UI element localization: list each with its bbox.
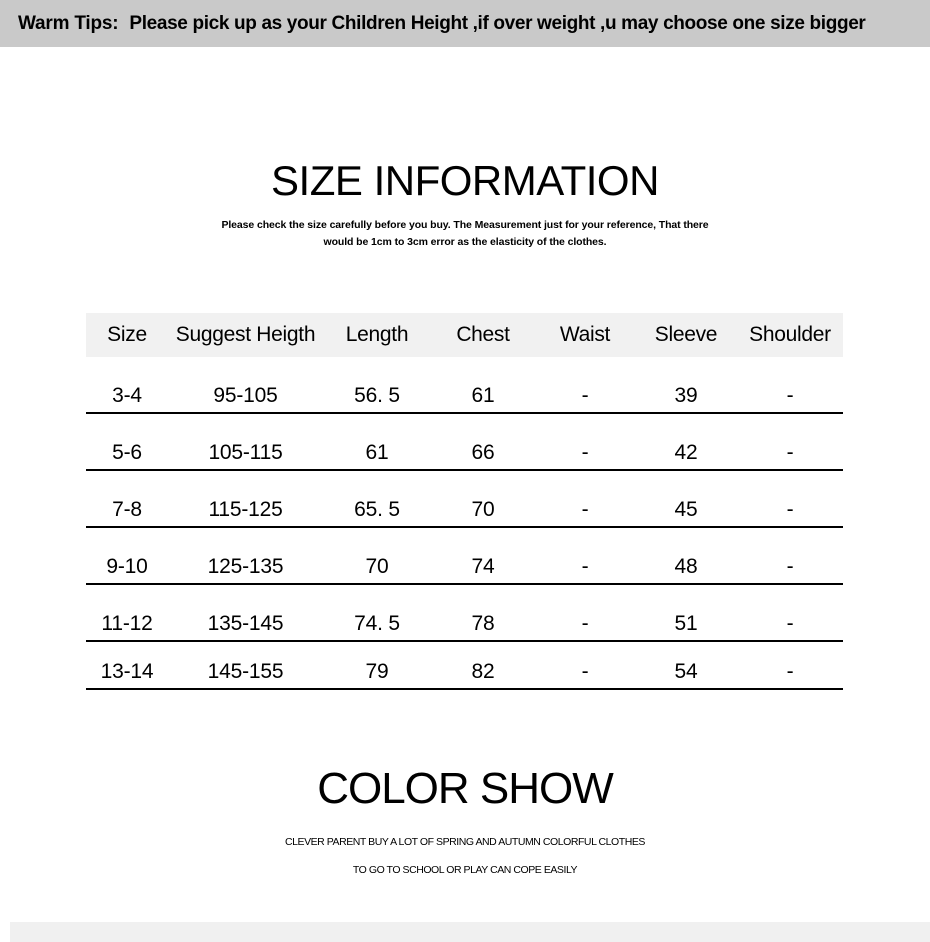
cell-waist: - [535, 413, 635, 471]
warm-tips-text: Please pick up as your Children Height ,… [129, 12, 866, 34]
cell-chest: 78 [431, 584, 535, 642]
table-row: 5-6 105-115 61 66 - 42 - [86, 413, 843, 471]
size-information-title: SIZE INFORMATION [271, 157, 659, 204]
size-table-body: 3-4 95-105 56. 5 61 - 39 - 5-6 105-115 6… [86, 357, 843, 690]
column-header-sleeve: Sleeve [654, 323, 718, 346]
table-row: 13-14 145-155 79 82 - 54 - [86, 641, 843, 690]
cell-height: 145-155 [168, 641, 323, 690]
table-row: 9-10 125-135 70 74 - 48 - [86, 527, 843, 585]
column-header-height: Suggest Heigth [175, 323, 316, 346]
cell-sleeve: 42 [635, 413, 737, 471]
cell-sleeve: 48 [635, 527, 737, 585]
size-information-subtitle: Please check the size carefully before y… [221, 219, 709, 248]
cell-length: 74. 5 [323, 584, 431, 642]
size-table-container: Size Suggest Heigth Length Chest Waist S… [86, 313, 843, 690]
column-header-waist: Waist [559, 323, 611, 346]
cell-size: 9-10 [86, 527, 168, 585]
size-table-header-row: Size Suggest Heigth Length Chest Waist S… [86, 313, 843, 357]
color-show-subtitle-line-1: CLEVER PARENT BUY A LOT OF SPRING AND AU… [285, 836, 645, 848]
warm-tips-label: Warm Tips: [18, 12, 119, 34]
cell-sleeve: 54 [635, 641, 737, 690]
cell-waist: - [535, 470, 635, 528]
size-table-head: Size Suggest Heigth Length Chest Waist S… [86, 313, 843, 357]
column-header-shoulder: Shoulder [749, 323, 831, 346]
cell-sleeve: 39 [635, 357, 737, 414]
cell-length: 61 [323, 413, 431, 471]
cell-waist: - [535, 527, 635, 585]
cell-chest: 82 [431, 641, 535, 690]
color-show-subtitle-line-2: TO GO TO SCHOOL OR PLAY CAN COPE EASILY [352, 864, 578, 876]
table-row: 11-12 135-145 74. 5 78 - 51 - [86, 584, 843, 642]
size-information-section: SIZE INFORMATION Please check the size c… [0, 155, 930, 251]
color-show-section: COLOR SHOW CLEVER PARENT BUY A LOT OF SP… [0, 762, 930, 884]
cell-size: 3-4 [86, 357, 168, 414]
cell-waist: - [535, 584, 635, 642]
cell-shoulder: - [737, 527, 843, 585]
cell-chest: 66 [431, 413, 535, 471]
cell-shoulder: - [737, 641, 843, 690]
cell-shoulder: - [737, 470, 843, 528]
bottom-gray-strip [10, 922, 930, 942]
cell-height: 125-135 [168, 527, 323, 585]
cell-chest: 70 [431, 470, 535, 528]
cell-length: 56. 5 [323, 357, 431, 414]
cell-shoulder: - [737, 357, 843, 414]
cell-height: 105-115 [168, 413, 323, 471]
column-header-chest: Chest [456, 323, 510, 346]
cell-size: 7-8 [86, 470, 168, 528]
cell-height: 115-125 [168, 470, 323, 528]
cell-length: 70 [323, 527, 431, 585]
cell-height: 135-145 [168, 584, 323, 642]
cell-length: 79 [323, 641, 431, 690]
cell-size: 5-6 [86, 413, 168, 471]
cell-chest: 74 [431, 527, 535, 585]
cell-shoulder: - [737, 413, 843, 471]
cell-waist: - [535, 641, 635, 690]
cell-size: 13-14 [86, 641, 168, 690]
cell-height: 95-105 [168, 357, 323, 414]
cell-shoulder: - [737, 584, 843, 642]
column-header-size: Size [107, 323, 147, 346]
cell-sleeve: 51 [635, 584, 737, 642]
column-header-length: Length [345, 323, 409, 346]
size-table: Size Suggest Heigth Length Chest Waist S… [86, 313, 843, 690]
warm-tips-banner: Warm Tips: Please pick up as your Childr… [0, 0, 930, 47]
cell-waist: - [535, 357, 635, 414]
cell-length: 65. 5 [323, 470, 431, 528]
table-row: 3-4 95-105 56. 5 61 - 39 - [86, 357, 843, 414]
table-row: 7-8 115-125 65. 5 70 - 45 - [86, 470, 843, 528]
cell-sleeve: 45 [635, 470, 737, 528]
cell-size: 11-12 [86, 584, 168, 642]
color-show-title: COLOR SHOW [317, 764, 614, 813]
cell-chest: 61 [431, 357, 535, 414]
